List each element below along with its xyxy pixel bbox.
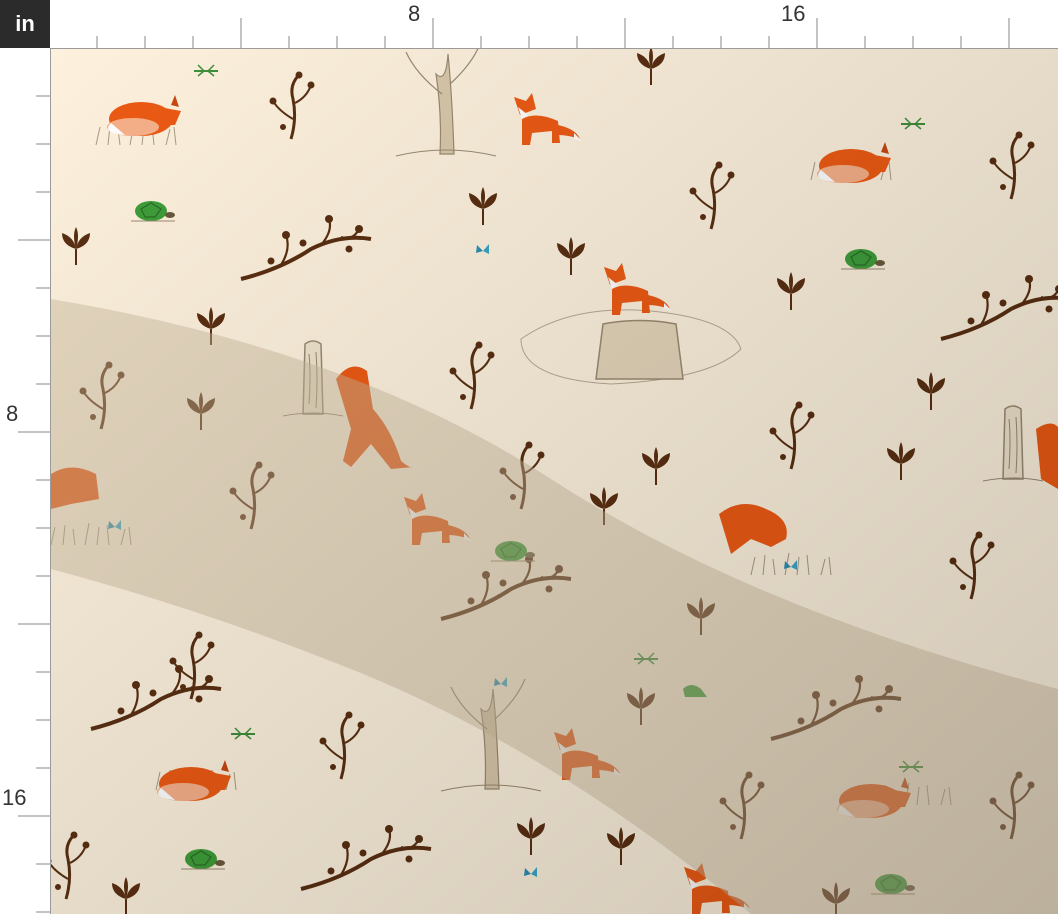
left-ruler-label-8: 8 <box>6 401 19 426</box>
left-ruler: 8 16 <box>0 48 51 914</box>
top-ruler-ticks <box>96 18 1010 48</box>
top-ruler-label-16: 16 <box>781 1 806 26</box>
fox-fabric-pattern <box>51 49 1058 914</box>
ruler-unit-label: in <box>0 0 50 48</box>
left-ruler-label-16: 16 <box>2 785 27 810</box>
top-ruler-label-8: 8 <box>408 1 421 26</box>
pattern-artwork <box>51 49 1058 914</box>
shading-overlay <box>51 49 1058 914</box>
top-ruler: 8 16 <box>50 0 1058 49</box>
